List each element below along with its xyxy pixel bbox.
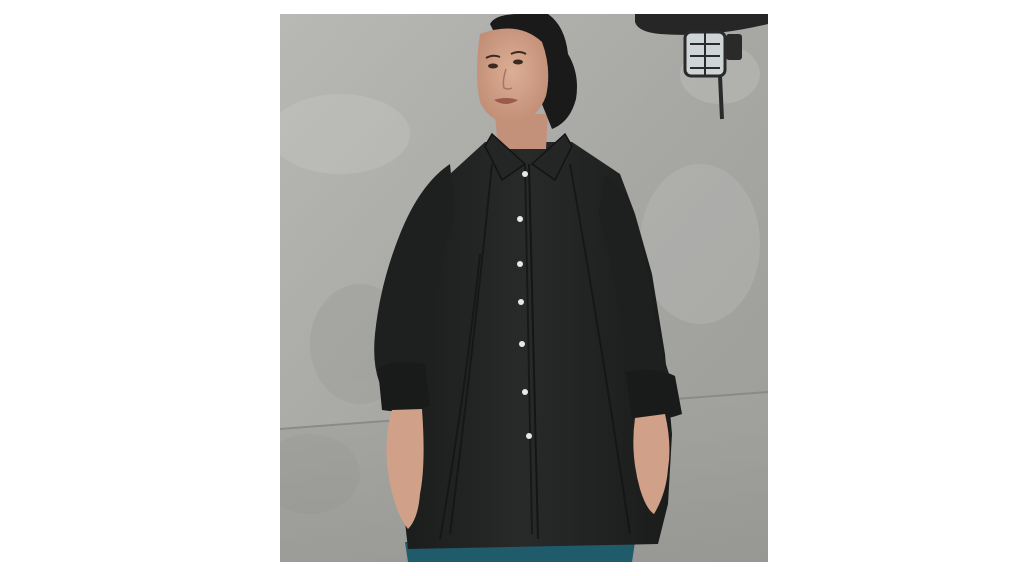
right-cuff [625,369,682,421]
product-photo [280,14,768,562]
photo-illustration [280,14,768,562]
page [0,0,1025,576]
left-cuff [378,362,430,412]
face [477,28,549,124]
